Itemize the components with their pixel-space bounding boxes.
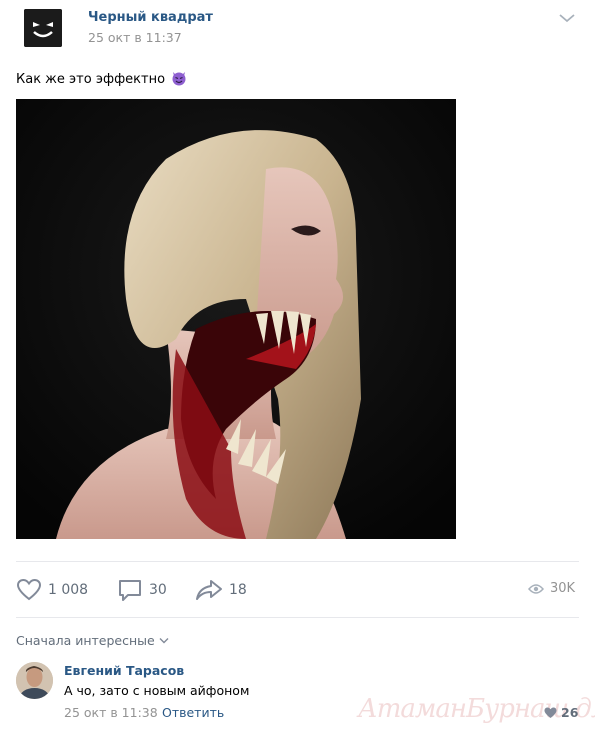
views-counter: 30K	[528, 581, 575, 596]
eye-icon	[528, 583, 544, 594]
post-author-link[interactable]: Черный квадрат	[88, 10, 213, 25]
reply-button[interactable]: Ответить	[162, 705, 224, 720]
share-arrow-icon	[196, 580, 222, 600]
heart-outline-icon	[16, 578, 42, 601]
views-count: 30K	[550, 581, 576, 596]
smiling-devil-emoji-icon	[172, 72, 186, 86]
user-photo-icon	[16, 662, 53, 699]
comment-button[interactable]: 30	[117, 578, 167, 602]
divider	[16, 561, 579, 562]
post-text: Как же это эффектно	[16, 70, 187, 87]
comment-count: 30	[149, 582, 167, 598]
comment-date[interactable]: 25 окт в 11:38	[64, 705, 158, 720]
post-text-content: Как же это эффектно	[16, 72, 166, 87]
share-button[interactable]: 18	[195, 578, 247, 602]
like-count: 1 008	[48, 582, 89, 598]
comment-like-button[interactable]: 26	[544, 705, 578, 720]
comment-author-link[interactable]: Евгений Тарасов	[64, 663, 184, 678]
share-count: 18	[229, 582, 247, 598]
community-avatar[interactable]	[24, 9, 62, 47]
commenter-avatar[interactable]	[16, 662, 53, 699]
heart-icon	[544, 707, 557, 718]
post-date[interactable]: 25 окт в 11:37	[88, 30, 182, 45]
chevron-down-icon	[159, 638, 169, 644]
comment-sort-label: Сначала интересные	[16, 633, 155, 648]
like-button[interactable]: 1 008	[16, 578, 88, 602]
post-photo[interactable]	[16, 99, 456, 539]
grinning-face-logo-icon	[24, 9, 62, 47]
comment-sort-dropdown[interactable]: Сначала интересные	[16, 633, 169, 648]
comment-like-count: 26	[561, 705, 579, 720]
horror-makeup-photo	[16, 99, 456, 539]
comment-bubble-icon	[119, 580, 141, 601]
comment-text: А чо, зато с новым айфоном	[64, 683, 250, 698]
chevron-down-icon[interactable]	[558, 12, 576, 24]
divider	[16, 617, 579, 618]
